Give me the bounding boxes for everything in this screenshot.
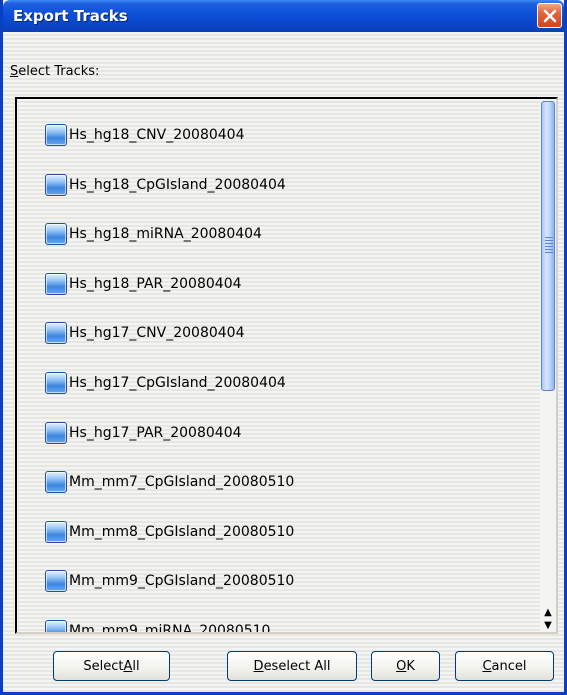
track-label: Hs_hg17_CpGIsland_20080404: [69, 375, 286, 391]
scroll-up-arrow-icon[interactable]: ▲: [542, 606, 554, 618]
scroll-down-arrow-icon[interactable]: ▼: [542, 619, 554, 631]
track-label: Hs_hg18_CpGIsland_20080404: [69, 176, 286, 193]
track-checkbox[interactable]: [45, 173, 67, 196]
grip-icon: [545, 237, 553, 253]
title-bar[interactable]: Export Tracks: [3, 0, 564, 32]
tracks-list[interactable]: Hs_hg18_CNV_20080404 Hs_hg18_CpGIsland_20…: [15, 97, 558, 634]
track-checkbox[interactable]: [45, 372, 67, 394]
track-label: Hs_hg18_PAR_20080404: [69, 275, 242, 292]
deselect-all-button[interactable]: Deselect All: [227, 651, 357, 681]
track-label: Hs_hg17_PAR_20080404: [69, 424, 242, 441]
track-label: Hs_hg17_CNV_20080404: [69, 325, 245, 342]
track-checkbox[interactable]: [45, 520, 67, 543]
track-list-item[interactable]: Mm_mm7_CpGIsland_20080510: [45, 468, 294, 496]
track-checkbox[interactable]: [45, 124, 67, 146]
vertical-scrollbar[interactable]: ▲ ▼: [540, 99, 556, 632]
export-tracks-dialog: Export Tracks Select Tracks: Hs_hg18_CNV…: [0, 0, 567, 695]
track-list-item[interactable]: Mm_mm8_CpGIsland_20080510: [45, 518, 294, 546]
track-checkbox[interactable]: [45, 570, 67, 593]
track-list-item[interactable]: Hs_hg17_CNV_20080404: [45, 319, 244, 347]
track-checkbox[interactable]: [45, 272, 67, 295]
track-checkbox[interactable]: [45, 322, 67, 345]
track-list-item[interactable]: Mm_mm9_miRNA_20080510: [45, 617, 271, 634]
track-checkbox[interactable]: [45, 421, 67, 444]
cancel-button[interactable]: Cancel: [455, 651, 554, 681]
track-label: Mm_mm9_miRNA_20080510: [69, 623, 271, 634]
close-icon: [543, 9, 556, 22]
track-checkbox[interactable]: [45, 620, 67, 632]
select-all-button[interactable]: Select All: [53, 651, 170, 681]
track-list-item[interactable]: Hs_hg18_PAR_20080404: [45, 270, 242, 298]
track-checkbox[interactable]: [45, 223, 67, 246]
track-label: Hs_hg18_CNV_20080404: [69, 127, 245, 143]
scrollbar-thumb[interactable]: [541, 101, 555, 391]
track-list-item[interactable]: Hs_hg17_PAR_20080404: [45, 419, 242, 447]
track-label: Mm_mm7_CpGIsland_20080510: [69, 474, 295, 491]
track-list-item[interactable]: Mm_mm9_CpGIsland_20080510: [45, 567, 294, 595]
close-button[interactable]: [537, 3, 562, 28]
track-list-item[interactable]: Hs_hg18_miRNA_20080404: [45, 220, 262, 248]
dialog-title: Export Tracks: [13, 7, 128, 25]
track-list-item[interactable]: Hs_hg17_CpGIsland_20080404: [45, 369, 286, 397]
track-label: Mm_mm9_CpGIsland_20080510: [69, 573, 295, 590]
ok-button[interactable]: OK: [371, 651, 440, 681]
track-label: Mm_mm8_CpGIsland_20080510: [69, 523, 295, 540]
track-label: Hs_hg18_miRNA_20080404: [69, 226, 262, 243]
track-checkbox[interactable]: [45, 471, 67, 494]
track-list-item[interactable]: Hs_hg18_CpGIsland_20080404: [45, 171, 286, 199]
select-tracks-label: Select Tracks:: [10, 64, 100, 79]
track-list-item[interactable]: Hs_hg18_CNV_20080404: [45, 121, 244, 149]
